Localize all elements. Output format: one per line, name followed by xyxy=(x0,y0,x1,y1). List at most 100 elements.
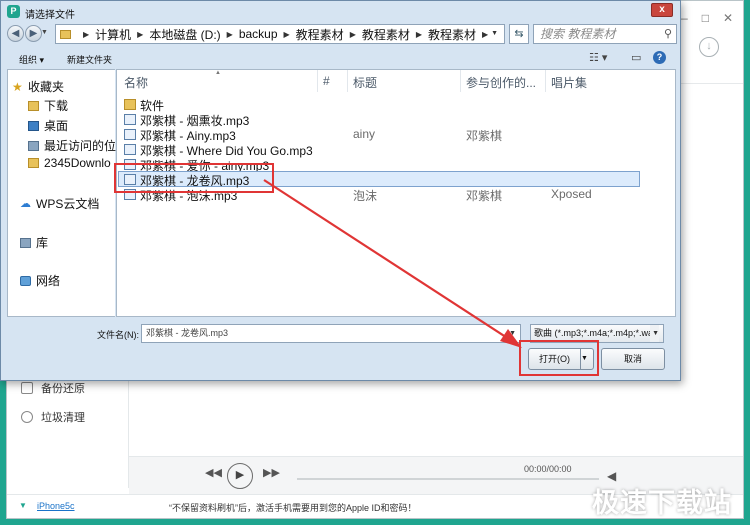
nav-item-favorites[interactable]: ★ 收藏夹 xyxy=(12,78,64,95)
list-item-folder[interactable]: 软件 xyxy=(120,97,640,113)
filename-input[interactable]: 邓紫棋 - 龙卷风.mp3 ▼ xyxy=(141,324,521,343)
library-icon xyxy=(20,237,31,248)
column-divider[interactable] xyxy=(460,70,461,92)
chevron-right-icon[interactable]: ▶ xyxy=(227,30,233,39)
playback-time: 00:00/00:00 xyxy=(524,464,572,474)
list-item[interactable]: 邓紫棋 - Where Did You Go.mp3 xyxy=(120,142,640,158)
nav-item-libraries[interactable]: 库 xyxy=(20,234,48,251)
breadcrumb-folder-1[interactable]: 教程素材 xyxy=(296,26,344,43)
column-header-name[interactable]: 名称 xyxy=(124,74,148,91)
breadcrumb-computer[interactable]: 计算机 xyxy=(95,26,131,43)
chevron-right-icon[interactable]: ▶ xyxy=(137,30,143,39)
download-folder-icon xyxy=(28,100,39,111)
history-dropdown-icon[interactable]: ▼ xyxy=(41,29,48,36)
star-icon: ★ xyxy=(12,79,23,94)
address-bar[interactable]: ▶ 计算机 ▶ 本地磁盘 (D:) ▶ backup ▶ 教程素材 ▶ 教程素材… xyxy=(55,24,505,44)
broom-icon xyxy=(21,411,33,423)
search-placeholder: 搜索 教程素材 xyxy=(540,27,616,41)
sidebar-item-backup[interactable]: 备份还原 xyxy=(21,380,85,396)
next-track-button[interactable]: ▶▶ xyxy=(263,466,280,479)
cloud-icon: ☁ xyxy=(20,197,31,210)
navigation-pane: ★ 收藏夹 下载 桌面 最近访问的位 2345Downlo ☁ WPS云文档 库 xyxy=(7,69,116,317)
list-item[interactable]: 邓紫棋 - Ainy.mp3 ainy 邓紫棋 xyxy=(120,127,640,143)
app-close-button[interactable]: ✕ xyxy=(723,11,733,25)
view-menu-icon[interactable]: ☷ ▾ xyxy=(589,51,607,64)
dialog-close-button[interactable]: x xyxy=(651,3,673,17)
column-header-title[interactable]: 标题 xyxy=(353,74,377,91)
progress-bar[interactable] xyxy=(297,478,599,480)
back-arrow-icon[interactable]: ◀ xyxy=(7,25,24,42)
list-item[interactable]: 邓紫棋 - 烟熏妆.mp3 xyxy=(120,112,640,128)
nav-item-label: 下载 xyxy=(44,99,69,113)
file-open-dialog: P 请选择文件 x ◀ ▶ ▼ ▶ 计算机 ▶ 本地磁盘 (D:) ▶ back… xyxy=(0,0,681,381)
app-window-controls: — □ ✕ xyxy=(676,11,733,25)
audio-file-icon xyxy=(124,114,136,125)
previous-track-button[interactable]: ◀◀ xyxy=(205,466,222,479)
nav-item-network[interactable]: 网络 xyxy=(20,272,60,289)
highlight-box-selected-file xyxy=(114,163,274,193)
column-divider[interactable] xyxy=(545,70,546,92)
chevron-right-icon[interactable]: ▶ xyxy=(83,30,89,39)
column-header-number[interactable]: # xyxy=(323,74,330,88)
nav-item-label: 网络 xyxy=(36,274,61,288)
audio-file-icon xyxy=(124,144,136,155)
chevron-right-icon[interactable]: ▶ xyxy=(284,30,290,39)
column-header-album[interactable]: 唱片集 xyxy=(551,74,587,91)
column-header-artist[interactable]: 参与创作的... xyxy=(466,74,536,91)
nav-item-label: 桌面 xyxy=(44,119,69,133)
search-input[interactable]: 搜索 教程素材 ⚲ xyxy=(533,24,677,44)
dialog-toolbar: 组织 ▾ 新建文件夹 ☷ ▾ ▭ ? xyxy=(1,47,680,69)
file-album: Xposed xyxy=(551,187,592,201)
sidebar-item-cleanup[interactable]: 垃圾清理 xyxy=(21,409,85,425)
breadcrumb-folder-3[interactable]: 教程素材 xyxy=(428,26,476,43)
column-divider[interactable] xyxy=(317,70,318,92)
breadcrumb-backup[interactable]: backup xyxy=(239,27,278,41)
search-icon[interactable]: ⚲ xyxy=(664,25,672,43)
chevron-right-icon[interactable]: ▶ xyxy=(416,30,422,39)
desktop-icon xyxy=(28,120,39,131)
nav-item-label: WPS云文档 xyxy=(36,197,100,211)
refresh-icon[interactable]: ⇆ xyxy=(509,24,529,44)
cancel-button[interactable]: 取消 xyxy=(601,348,665,370)
nav-item-label: 2345Downlo xyxy=(44,156,111,170)
navigation-bar: ◀ ▶ ▼ ▶ 计算机 ▶ 本地磁盘 (D:) ▶ backup ▶ 教程素材 … xyxy=(1,23,680,45)
forward-arrow-icon[interactable]: ▶ xyxy=(25,25,42,42)
chevron-right-icon[interactable]: ▶ xyxy=(350,30,356,39)
nav-item-downloads[interactable]: 下载 xyxy=(28,97,68,114)
nav-item-2345downloads[interactable]: 2345Downlo xyxy=(28,156,111,170)
chevron-right-icon[interactable]: ▶ xyxy=(482,30,488,39)
maximize-button[interactable]: □ xyxy=(702,11,709,25)
sort-indicator-icon: ▲ xyxy=(215,70,221,76)
folder-icon xyxy=(60,29,71,39)
address-dropdown-icon[interactable]: ▼ xyxy=(491,30,498,37)
chevron-down-icon[interactable]: ▼ xyxy=(509,325,516,342)
breadcrumb-folder-2[interactable]: 教程素材 xyxy=(362,26,410,43)
new-folder-button[interactable]: 新建文件夹 xyxy=(67,53,112,66)
play-button[interactable]: ▶ xyxy=(227,463,253,489)
folder-icon xyxy=(124,99,136,110)
triangle-down-icon[interactable]: ▼ xyxy=(19,501,27,510)
nav-item-recent[interactable]: 最近访问的位 xyxy=(28,137,116,154)
app-logo-icon: P xyxy=(7,5,20,18)
device-link[interactable]: iPhone5c xyxy=(37,501,75,511)
network-icon xyxy=(20,275,31,286)
help-icon[interactable]: ? xyxy=(653,51,666,64)
nav-item-wps-cloud[interactable]: ☁ WPS云文档 xyxy=(20,195,99,212)
nav-item-label: 收藏夹 xyxy=(28,80,65,94)
chevron-down-icon[interactable]: ▼ xyxy=(650,325,659,342)
filename-label: 文件名(N): xyxy=(97,330,139,340)
folder-icon xyxy=(28,158,39,168)
file-list: ▲ 名称 # 标题 参与创作的... 唱片集 软件 邓紫棋 - 烟熏妆.mp3 … xyxy=(116,69,676,317)
organize-menu[interactable]: 组织 ▾ xyxy=(19,53,44,66)
nav-item-desktop[interactable]: 桌面 xyxy=(28,117,68,134)
download-icon[interactable]: ↓ xyxy=(699,37,719,57)
file-type-value: 歌曲 (*.mp3;*.m4a;*.m4p;*.wa xyxy=(534,328,654,338)
divider xyxy=(679,83,743,84)
dialog-titlebar: P 请选择文件 x xyxy=(1,1,680,23)
nav-item-label: 最近访问的位 xyxy=(44,139,117,153)
preview-pane-icon[interactable]: ▭ xyxy=(631,51,641,64)
highlight-box-open-button xyxy=(519,340,599,376)
file-artist: 邓紫棋 xyxy=(466,189,503,203)
breadcrumb-drive[interactable]: 本地磁盘 (D:) xyxy=(149,26,220,43)
column-divider[interactable] xyxy=(347,70,348,92)
